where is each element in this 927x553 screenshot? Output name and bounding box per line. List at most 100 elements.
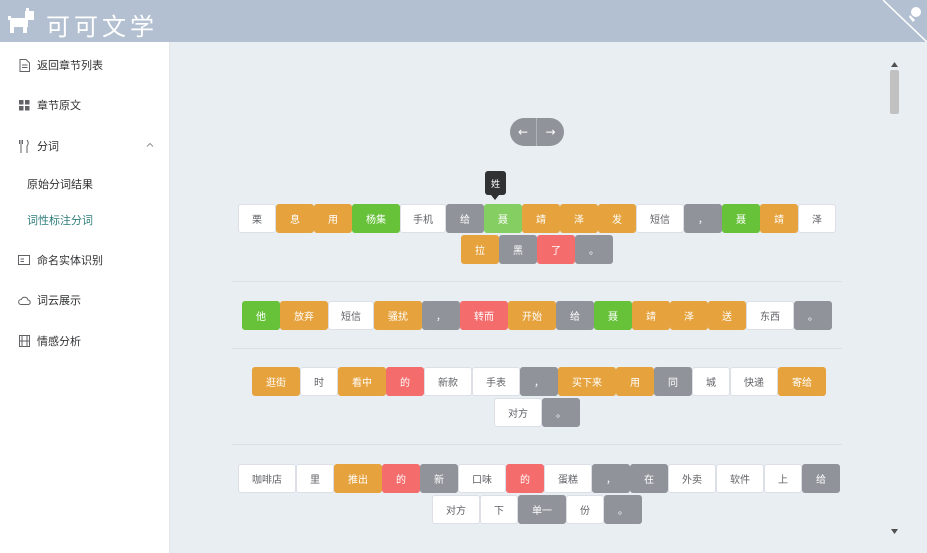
sidebar-item-label: 返回章节列表 bbox=[37, 59, 103, 72]
github-corner-icon[interactable] bbox=[883, 0, 927, 42]
sidebar-item-label: 情感分析 bbox=[37, 335, 81, 348]
word-token[interactable]: 里 bbox=[296, 464, 334, 493]
word-token[interactable]: 同 bbox=[654, 367, 692, 396]
sidebar-item-raw-segmentation[interactable]: 原始分词结果 bbox=[0, 164, 170, 204]
word-token[interactable]: 蛋糕 bbox=[544, 464, 592, 493]
word-token[interactable]: 聂 bbox=[594, 301, 632, 330]
word-token[interactable]: 寄给 bbox=[778, 367, 826, 396]
word-token[interactable]: ， bbox=[684, 204, 722, 233]
word-token[interactable]: 放弃 bbox=[280, 301, 328, 330]
word-token[interactable]: 用 bbox=[314, 204, 352, 233]
word-token[interactable]: 看中 bbox=[338, 367, 386, 396]
word-token[interactable]: 上 bbox=[764, 464, 802, 493]
word-token[interactable]: 栗 bbox=[238, 204, 276, 233]
sidebar-item-pos-segmentation[interactable]: 词性标注分词 bbox=[0, 200, 170, 240]
word-token[interactable]: ， bbox=[592, 464, 630, 493]
grid-icon bbox=[17, 98, 31, 112]
sentence-nav-group: ← → bbox=[510, 118, 564, 146]
word-token[interactable]: 下 bbox=[480, 495, 518, 524]
word-token[interactable]: 东西 bbox=[746, 301, 794, 330]
word-token[interactable]: 时 bbox=[300, 367, 338, 396]
word-token[interactable]: 的 bbox=[382, 464, 420, 493]
word-token[interactable]: 新 bbox=[420, 464, 458, 493]
cloud-icon bbox=[17, 293, 31, 307]
word-token[interactable]: 短信 bbox=[636, 204, 684, 233]
word-token[interactable]: 聂 bbox=[484, 204, 522, 233]
sidebar-item-label: 章节原文 bbox=[37, 99, 81, 112]
word-token[interactable]: 在 bbox=[630, 464, 668, 493]
word-token[interactable]: 手表 bbox=[472, 367, 520, 396]
word-token[interactable]: 新款 bbox=[424, 367, 472, 396]
word-token[interactable]: 靖 bbox=[760, 204, 798, 233]
word-token[interactable]: 推出 bbox=[334, 464, 382, 493]
word-token[interactable]: 短信 bbox=[328, 301, 374, 330]
word-token[interactable]: 转而 bbox=[460, 301, 508, 330]
word-token[interactable]: 发 bbox=[598, 204, 636, 233]
word-token[interactable]: 开始 bbox=[508, 301, 556, 330]
word-token[interactable]: 骚扰 bbox=[374, 301, 422, 330]
word-token[interactable]: 息 bbox=[276, 204, 314, 233]
word-token[interactable]: 送 bbox=[708, 301, 746, 330]
scroll-up-arrow-icon[interactable] bbox=[891, 62, 898, 67]
word-token[interactable]: 对方 bbox=[494, 398, 542, 427]
film-icon bbox=[17, 334, 31, 348]
sidebar-item-label: 词云展示 bbox=[37, 294, 81, 307]
sentence-divider bbox=[232, 348, 842, 349]
word-token[interactable]: 聂 bbox=[722, 204, 760, 233]
scrollbar-thumb[interactable] bbox=[890, 70, 899, 114]
sentence-divider bbox=[232, 281, 842, 282]
word-token[interactable]: ， bbox=[422, 301, 460, 330]
word-token[interactable]: 。 bbox=[604, 495, 642, 524]
word-token[interactable]: 的 bbox=[386, 367, 424, 396]
word-token[interactable]: 黑 bbox=[499, 235, 537, 264]
sidebar-item-label: 词性标注分词 bbox=[27, 214, 93, 227]
word-token[interactable]: 杨集 bbox=[352, 204, 400, 233]
word-token[interactable]: 手机 bbox=[400, 204, 446, 233]
tooltip-arrow bbox=[491, 195, 499, 200]
word-token[interactable]: 单一 bbox=[518, 495, 566, 524]
word-token[interactable]: 软件 bbox=[716, 464, 764, 493]
sentence-divider bbox=[232, 444, 842, 445]
word-token[interactable]: 给 bbox=[446, 204, 484, 233]
sidebar-item-ner[interactable]: 命名实体识别 bbox=[0, 240, 170, 280]
word-token[interactable]: 拉 bbox=[461, 235, 499, 264]
sidebar: 返回章节列表 章节原文 分词 原始分词结果 词性标注分词 命名实体识别 词云展示 bbox=[0, 42, 170, 553]
sidebar-item-back-to-chapters[interactable]: 返回章节列表 bbox=[0, 45, 170, 85]
word-token[interactable]: 逛街 bbox=[252, 367, 300, 396]
word-token[interactable]: 他 bbox=[242, 301, 280, 330]
word-token[interactable]: 泽 bbox=[670, 301, 708, 330]
word-token[interactable]: 靖 bbox=[632, 301, 670, 330]
word-token[interactable]: 咖啡店 bbox=[238, 464, 296, 493]
word-token[interactable]: 。 bbox=[542, 398, 580, 427]
sidebar-item-label: 命名实体识别 bbox=[37, 254, 103, 267]
sidebar-item-segmentation[interactable]: 分词 bbox=[0, 126, 170, 166]
word-token[interactable]: 份 bbox=[566, 495, 604, 524]
word-token[interactable]: 城 bbox=[692, 367, 730, 396]
sidebar-item-chapter-text[interactable]: 章节原文 bbox=[0, 85, 170, 125]
sidebar-item-wordcloud[interactable]: 词云展示 bbox=[0, 280, 170, 320]
word-token[interactable]: 外卖 bbox=[668, 464, 716, 493]
brand-title: 可可文学 bbox=[46, 13, 158, 41]
id-card-icon bbox=[17, 253, 31, 267]
prev-button[interactable]: ← bbox=[510, 118, 537, 146]
scroll-down-arrow-icon[interactable] bbox=[891, 529, 898, 534]
word-token[interactable]: 买下来 bbox=[558, 367, 616, 396]
word-token[interactable]: ， bbox=[520, 367, 558, 396]
word-token[interactable]: 用 bbox=[616, 367, 654, 396]
next-button[interactable]: → bbox=[537, 118, 564, 146]
sidebar-item-sentiment[interactable]: 情感分析 bbox=[0, 321, 170, 361]
word-token[interactable]: 靖 bbox=[522, 204, 560, 233]
word-token[interactable]: 泽 bbox=[798, 204, 836, 233]
word-token[interactable]: 泽 bbox=[560, 204, 598, 233]
word-token[interactable]: 。 bbox=[575, 235, 613, 264]
word-token[interactable]: 对方 bbox=[432, 495, 480, 524]
fork-icon bbox=[17, 139, 31, 153]
word-token[interactable]: 了 bbox=[537, 235, 575, 264]
word-token[interactable]: 给 bbox=[556, 301, 594, 330]
word-token[interactable]: 的 bbox=[506, 464, 544, 493]
word-token[interactable]: 快递 bbox=[730, 367, 778, 396]
word-token[interactable]: 给 bbox=[802, 464, 840, 493]
top-header: 可可文学 bbox=[0, 0, 927, 42]
word-token[interactable]: 口味 bbox=[458, 464, 506, 493]
word-token[interactable]: 。 bbox=[794, 301, 832, 330]
